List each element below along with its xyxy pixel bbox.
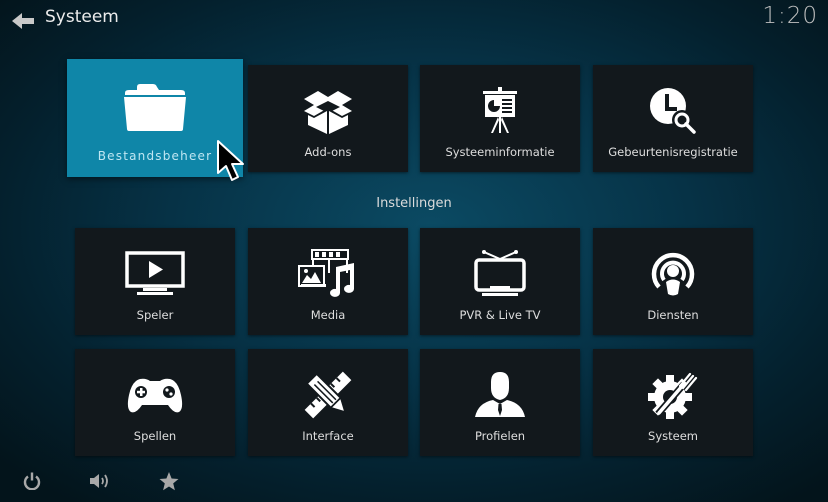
clock: 1:20	[762, 3, 818, 29]
tile-pvr-live-tv[interactable]: PVR & Live TV	[420, 228, 580, 335]
tile-label: Diensten	[647, 308, 699, 322]
tile-interface[interactable]: Interface	[248, 349, 408, 456]
tile-label: Systeeminformatie	[445, 145, 555, 159]
tile-label: Profielen	[474, 429, 526, 443]
tile-games[interactable]: Spellen	[75, 349, 235, 456]
tile-label: PVR & Live TV	[459, 308, 541, 322]
tile-label: Add-ons	[304, 145, 352, 159]
media-film-photo-music-icon	[296, 246, 360, 302]
tile-services[interactable]: Diensten	[593, 228, 753, 335]
bottom-bar	[0, 462, 828, 502]
tile-label: Media	[310, 308, 346, 322]
presentation-board-icon	[468, 83, 532, 139]
podcast-broadcast-icon	[641, 246, 705, 302]
volume-icon	[90, 474, 108, 488]
tile-label: Interface	[302, 429, 354, 443]
tile-label: Systeem	[648, 429, 698, 443]
star-favourites-icon	[159, 471, 179, 490]
tile-system[interactable]: Systeem	[593, 349, 753, 456]
clock-search-icon	[641, 83, 705, 139]
tile-label: Speler	[136, 308, 174, 322]
tile-file-manager[interactable]: Bestandsbeheer	[67, 59, 243, 177]
power-button[interactable]	[21, 470, 43, 492]
monitor-play-icon	[123, 246, 187, 302]
tile-event-log[interactable]: Gebeurtenisregistratie	[593, 65, 753, 172]
favourites-button[interactable]	[158, 470, 180, 492]
top-bar: Systeem 1:20	[0, 0, 828, 40]
arrow-left-icon	[12, 13, 34, 29]
tile-label: Bestandsbeheer	[97, 149, 213, 163]
tile-profiles[interactable]: Profielen	[420, 349, 580, 456]
section-heading-settings: Instellingen	[376, 196, 452, 211]
folder-icon	[120, 79, 190, 137]
tile-media[interactable]: Media	[248, 228, 408, 335]
tv-antenna-icon	[468, 246, 532, 302]
tile-label: Gebeurtenisregistratie	[608, 145, 738, 159]
back-button[interactable]	[10, 10, 36, 32]
page-title: Systeem	[45, 7, 119, 27]
pencil-ruler-icon	[296, 367, 360, 423]
open-box-icon	[296, 83, 360, 139]
tile-player[interactable]: Speler	[75, 228, 235, 335]
gear-wrench-icon	[641, 367, 705, 423]
tile-label: Spellen	[133, 429, 177, 443]
power-icon	[23, 472, 41, 490]
tile-system-info[interactable]: Systeeminformatie	[420, 65, 580, 172]
user-profile-icon	[468, 367, 532, 423]
tile-addons[interactable]: Add-ons	[248, 65, 408, 172]
gamepad-icon	[123, 367, 187, 423]
volume-button[interactable]	[89, 470, 111, 492]
